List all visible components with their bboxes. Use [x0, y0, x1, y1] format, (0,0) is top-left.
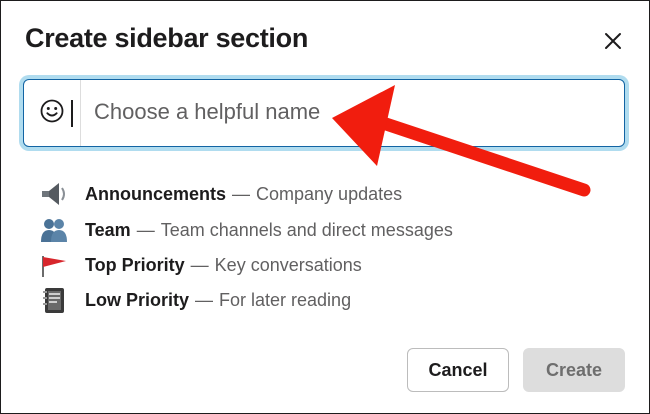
- suggestion-announcements[interactable]: Announcements — Company updates: [39, 179, 402, 209]
- suggestion-name: Team: [85, 219, 131, 240]
- suggestion-name: Low Priority: [85, 289, 190, 310]
- section-name-input[interactable]: [94, 92, 594, 132]
- smiley-face-icon: [39, 98, 65, 129]
- close-icon[interactable]: [599, 27, 627, 55]
- suggestion-name: Top Priority: [85, 254, 185, 275]
- dialog-title: Create sidebar section: [25, 23, 309, 53]
- suggestion-team[interactable]: Team — Team channels and direct messages: [39, 215, 453, 245]
- suggestion-top-priority[interactable]: Top Priority — Key conversations: [39, 250, 362, 280]
- create-sidebar-section-dialog: Create sidebar section Choose a helpful …: [0, 0, 650, 414]
- suggestion-description: Key conversations: [214, 254, 362, 275]
- text-caret: [71, 100, 73, 127]
- red-flag-icon: [39, 250, 69, 280]
- people-icon: [39, 215, 69, 245]
- notebook-icon: [39, 285, 69, 315]
- loudspeaker-icon: [39, 179, 69, 209]
- suggestion-low-priority[interactable]: Low Priority — For later reading: [39, 285, 351, 315]
- suggestion-name: Announcements: [85, 183, 227, 204]
- create-button[interactable]: Create: [523, 348, 625, 392]
- suggestion-separator: —: [190, 254, 209, 275]
- suggestion-separator: —: [136, 219, 155, 240]
- section-name-field: [23, 79, 625, 147]
- suggestion-description: For later reading: [219, 289, 352, 310]
- suggestion-description: Company updates: [256, 183, 403, 204]
- suggestion-description: Team channels and direct messages: [160, 219, 453, 240]
- cancel-button[interactable]: Cancel: [407, 348, 509, 392]
- suggestion-separator: —: [195, 289, 214, 310]
- suggestion-separator: —: [232, 183, 251, 204]
